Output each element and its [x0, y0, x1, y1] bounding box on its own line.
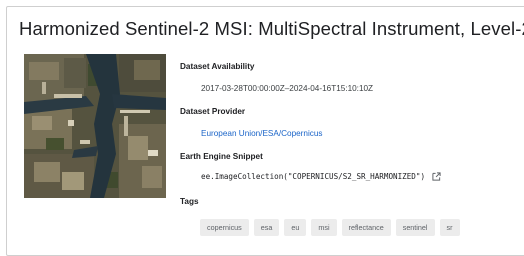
tag-list: copernicus esa eu msi reflectance sentin… [200, 219, 460, 236]
provider-label: Dataset Provider [180, 107, 246, 116]
provider-link[interactable]: European Union/ESA/Copernicus [201, 129, 323, 138]
tag-chip[interactable]: sr [439, 219, 460, 236]
satellite-image [24, 54, 166, 198]
tag-chip[interactable]: reflectance [341, 219, 391, 236]
availability-label: Dataset Availability [180, 62, 255, 71]
snippet-label: Earth Engine Snippet [180, 152, 263, 161]
tag-chip[interactable]: esa [253, 219, 280, 236]
tag-chip[interactable]: copernicus [200, 219, 249, 236]
tags-label: Tags [180, 197, 199, 206]
tag-chip[interactable]: eu [284, 219, 307, 236]
open-in-new-icon[interactable] [432, 172, 441, 181]
tag-chip[interactable]: msi [311, 219, 337, 236]
snippet-code: ee.ImageCollection("COPERNICUS/S2_SR_HAR… [201, 172, 426, 181]
dataset-title: Harmonized Sentinel-2 MSI: MultiSpectral… [19, 18, 524, 39]
tag-chip[interactable]: sentinel [395, 219, 435, 236]
dataset-thumbnail[interactable] [24, 54, 166, 198]
snippet-row: ee.ImageCollection("COPERNICUS/S2_SR_HAR… [201, 172, 441, 181]
availability-value: 2017-03-28T00:00:00Z–2024-04-16T15:10:10… [201, 84, 374, 93]
